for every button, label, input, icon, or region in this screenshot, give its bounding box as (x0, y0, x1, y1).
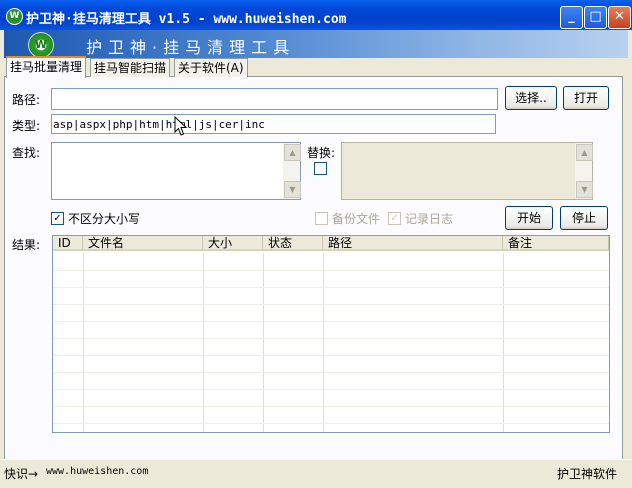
close-button[interactable]: ✕ (608, 6, 631, 29)
case-insensitive-label: 不区分大小写 (68, 212, 141, 226)
column-header-path[interactable]: 路径 (323, 236, 503, 251)
log-checkbox[interactable]: ✓ (388, 212, 401, 225)
tab-batch-clean[interactable]: 挂马批量清理 (6, 56, 87, 78)
status-company: 护卫神软件 (557, 467, 618, 481)
window-title: 护卫神·挂马清理工具 v1.5 - www.huweishen.com (26, 12, 347, 27)
row-line (53, 355, 609, 356)
status-link-prefix: 快识→ (4, 467, 39, 481)
find-scrollbar[interactable]: ▲ ▼ (283, 143, 301, 199)
stop-button[interactable]: 停止 (560, 206, 608, 230)
replace-scrollbar[interactable]: ▲ ▼ (575, 143, 593, 199)
row-line (53, 338, 609, 339)
find-label: 查找: (12, 146, 41, 160)
tab-about[interactable]: 关于软件(A) (174, 58, 248, 77)
tab-smart-scan[interactable]: 挂马智能扫描 (90, 58, 171, 77)
status-url[interactable]: www.huweishen.com (46, 466, 148, 477)
banner-title: 护卫神·挂马清理工具 (86, 38, 296, 57)
path-input[interactable] (51, 88, 498, 110)
results-table[interactable]: ID 文件名 大小 状态 路径 备注 (52, 235, 610, 433)
scroll-up-icon[interactable]: ▲ (576, 144, 593, 161)
row-line (53, 304, 609, 305)
scroll-up-icon[interactable]: ▲ (284, 144, 301, 161)
open-button[interactable]: 打开 (563, 86, 609, 110)
app-icon[interactable]: W (6, 8, 23, 25)
column-header-filename[interactable]: 文件名 (83, 236, 203, 251)
maximize-button[interactable]: □ (584, 6, 607, 29)
type-input[interactable]: asp|aspx|php|htm|html|js|cer|inc (51, 114, 496, 134)
start-button[interactable]: 开始 (505, 206, 553, 230)
scroll-down-icon[interactable]: ▼ (284, 181, 301, 198)
minimize-button[interactable]: _ (560, 6, 583, 29)
backup-checkbox[interactable] (315, 212, 328, 225)
log-label: 记录日志 (405, 212, 454, 226)
type-label: 类型: (12, 119, 41, 133)
backup-label: 备份文件 (332, 212, 381, 226)
select-button[interactable]: 选择.. (505, 86, 557, 110)
row-line (53, 321, 609, 322)
row-line (53, 389, 609, 390)
row-line (53, 287, 609, 288)
replace-checkbox[interactable] (314, 162, 327, 175)
column-header-size[interactable]: 大小 (203, 236, 263, 251)
path-label: 路径: (12, 93, 41, 107)
replace-textarea[interactable]: ▲ ▼ (341, 142, 593, 200)
replace-label: 替换: (307, 146, 336, 160)
column-header-id[interactable]: ID (53, 236, 83, 251)
row-line (53, 423, 609, 424)
row-line (53, 270, 609, 271)
scroll-down-icon[interactable]: ▼ (576, 181, 593, 198)
logo-icon: W (28, 32, 54, 58)
case-insensitive-checkbox[interactable]: ✓ (51, 212, 64, 225)
results-label: 结果: (12, 238, 41, 252)
column-header-status[interactable]: 状态 (263, 236, 323, 251)
row-line (53, 406, 609, 407)
column-header-note[interactable]: 备注 (503, 236, 609, 251)
find-textarea[interactable]: ▲ ▼ (51, 142, 301, 200)
mouse-cursor-icon (174, 116, 188, 136)
row-line (53, 372, 609, 373)
